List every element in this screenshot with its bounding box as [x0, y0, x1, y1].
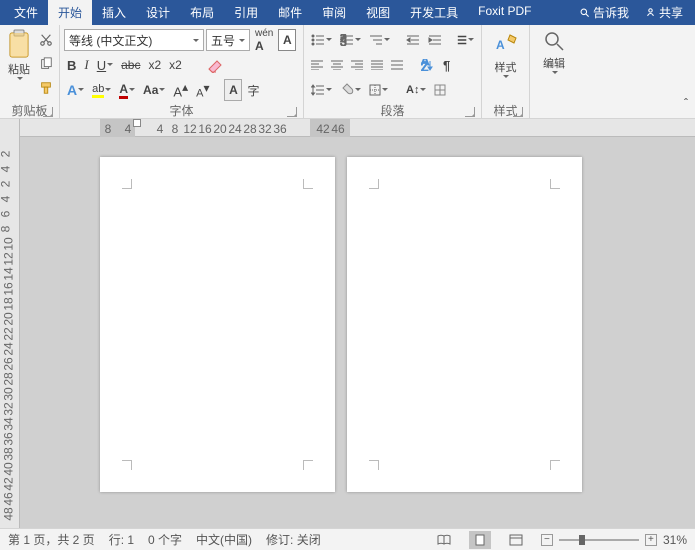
grow-font-button[interactable]: A▴ [170, 79, 191, 101]
zoom-out-button[interactable]: − [541, 534, 553, 546]
paragraph-launcher[interactable] [465, 107, 475, 117]
zoom-in-button[interactable]: + [645, 534, 657, 546]
page-1[interactable] [100, 157, 335, 492]
font-color-button[interactable]: A [116, 79, 138, 101]
menu-bar: 文件开始插入设计布局引用邮件审阅视图开发工具Foxit PDF 告诉我 共享 [0, 0, 695, 25]
shading-button[interactable] [337, 79, 364, 101]
menu-tab-5[interactable]: 引用 [224, 0, 268, 25]
align-right-button[interactable] [348, 54, 366, 76]
svg-text:Z: Z [421, 60, 428, 71]
align-justify-button[interactable] [368, 54, 386, 76]
menu-tab-9[interactable]: 开发工具 [400, 0, 468, 25]
decrease-indent-button[interactable] [403, 29, 423, 51]
change-case-button[interactable]: 字 [244, 79, 262, 101]
zoom-level[interactable]: 31% [663, 533, 687, 547]
document-area[interactable] [20, 137, 695, 528]
font-launcher[interactable] [287, 107, 297, 117]
ribbon: 粘贴 剪贴板 等线 (中文正文) 五号 wénA A B I U abc x [0, 25, 695, 119]
zoom-slider[interactable] [559, 539, 639, 541]
print-layout-button[interactable] [469, 531, 491, 549]
line-number[interactable]: 行: 1 [109, 531, 134, 548]
tell-me[interactable]: 告诉我 [571, 0, 637, 25]
menu-tab-2[interactable]: 插入 [92, 0, 136, 25]
menu-tab-7[interactable]: 审阅 [312, 0, 356, 25]
menu-tab-8[interactable]: 视图 [356, 0, 400, 25]
font-name-select[interactable]: 等线 (中文正文) [64, 29, 204, 51]
underline-button[interactable]: U [94, 54, 116, 76]
bullets-button[interactable] [308, 29, 335, 51]
page-2[interactable] [347, 157, 582, 492]
cut-button[interactable] [36, 29, 56, 51]
track-changes[interactable]: 修订: 关闭 [266, 531, 321, 548]
increase-indent-button[interactable] [425, 29, 445, 51]
shrink-font-button[interactable]: A▾ [193, 79, 212, 101]
bold-button[interactable]: B [64, 54, 79, 76]
styles-button[interactable]: A 样式 [486, 27, 525, 81]
show-marks-button[interactable]: ¶ [440, 54, 453, 76]
svg-text:A: A [496, 38, 505, 52]
menu-tab-3[interactable]: 设计 [136, 0, 180, 25]
menu-tab-4[interactable]: 布局 [180, 0, 224, 25]
indent-marker[interactable] [133, 119, 141, 127]
copy-button[interactable] [36, 53, 56, 75]
clipboard-launcher[interactable] [43, 107, 53, 117]
char-shading-button[interactable]: Aa [140, 79, 168, 101]
borders-button[interactable] [366, 79, 391, 101]
format-painter-button[interactable] [36, 77, 56, 99]
word-count[interactable]: 0 个字 [148, 531, 182, 548]
editing-button[interactable]: 编辑 [534, 27, 574, 77]
align-left-button[interactable] [308, 54, 326, 76]
styles-launcher[interactable] [513, 107, 523, 117]
menu-tab-0[interactable]: 文件 [4, 0, 48, 25]
asian-layout-button[interactable]: ☰ [454, 29, 477, 51]
paste-button[interactable]: 粘贴 [4, 27, 34, 83]
vertical-ruler[interactable]: 2424681012141618202224262830323436384042… [0, 119, 20, 528]
snap-grid-button[interactable] [431, 79, 449, 101]
menu-tab-6[interactable]: 邮件 [268, 0, 312, 25]
menu-tab-1[interactable]: 开始 [48, 0, 92, 25]
font-size-select[interactable]: 五号 [206, 29, 250, 51]
text-effects-button[interactable]: A [64, 79, 87, 101]
line-spacing-button[interactable] [308, 79, 335, 101]
read-mode-button[interactable] [433, 531, 455, 549]
phonetic-guide-button[interactable]: wénA [252, 29, 276, 51]
status-bar: 第 1 页，共 2 页 行: 1 0 个字 中文(中国) 修订: 关闭 − + … [0, 528, 695, 550]
distribute-button[interactable] [388, 54, 406, 76]
italic-button[interactable]: I [81, 54, 91, 76]
web-layout-button[interactable] [505, 531, 527, 549]
page-count[interactable]: 第 1 页，共 2 页 [8, 531, 95, 548]
char-border-button[interactable]: A [278, 29, 296, 51]
language[interactable]: 中文(中国) [196, 531, 252, 548]
menu-tab-10[interactable]: Foxit PDF [468, 0, 541, 25]
clear-format-button[interactable] [203, 54, 227, 76]
align-center-button[interactable] [328, 54, 346, 76]
enclose-char-button[interactable]: A [224, 79, 242, 101]
sort-button[interactable]: AZ [418, 54, 438, 76]
workspace: L 24246810121416182022242628303234363840… [0, 119, 695, 528]
multilevel-button[interactable] [366, 29, 393, 51]
horizontal-ruler[interactable]: 8448121620242832364246 [20, 119, 695, 137]
collapse-ribbon-button[interactable]: ˆ [681, 92, 691, 114]
subscript-button[interactable]: x2 [145, 54, 164, 76]
strike-button[interactable]: abc [118, 54, 143, 76]
superscript-button[interactable]: x2 [166, 54, 185, 76]
share[interactable]: 共享 [637, 0, 691, 25]
numbering-button[interactable]: 123 [337, 29, 364, 51]
text-direction-button[interactable]: A↕ [403, 79, 429, 101]
highlight-button[interactable]: ab [89, 79, 114, 101]
